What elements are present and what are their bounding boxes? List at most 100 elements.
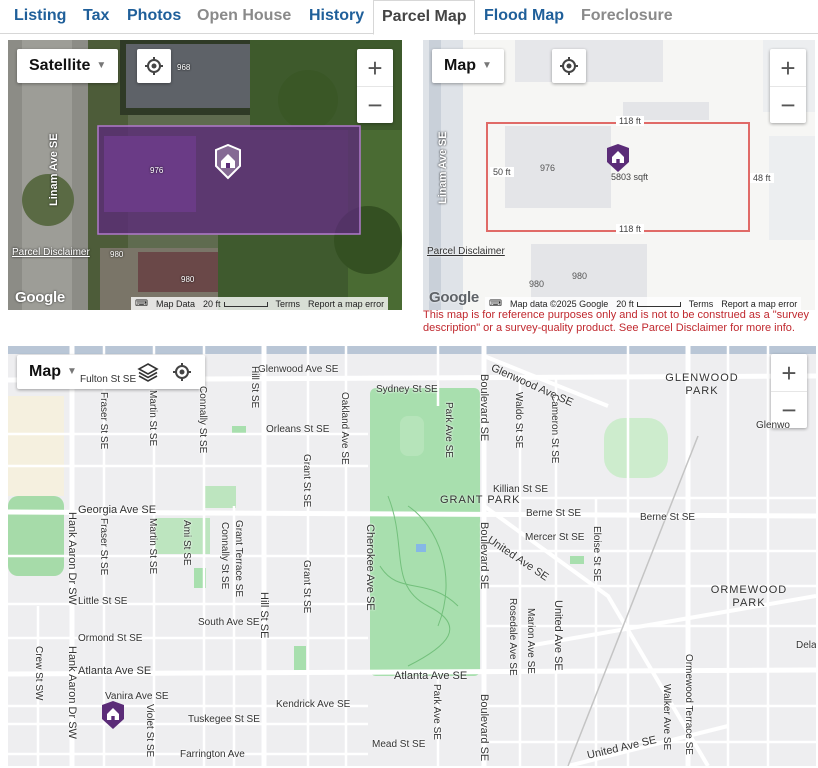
- street-label: Ormewood Terrace SE: [683, 654, 694, 755]
- tab-listing[interactable]: Listing: [14, 0, 66, 34]
- zoom-in-button[interactable]: +: [770, 49, 806, 86]
- zoom-control: + −: [770, 49, 806, 123]
- map-data-text: Map data ©2025 Google: [510, 298, 609, 309]
- street-label: Walker Ave SE: [661, 684, 672, 751]
- area-label: ORMEWOOD PARK: [710, 584, 788, 609]
- street-label: Boulevard SE: [478, 522, 490, 590]
- street-label: Rosedale Ave SE: [507, 598, 518, 676]
- satellite-map[interactable]: Satellite ▼ + − Linam Ave SE 968 976 980 …: [8, 40, 402, 310]
- street-label: Fraser St SE: [98, 392, 109, 450]
- zoom-in-button[interactable]: +: [357, 49, 393, 86]
- tab-parcel-map[interactable]: Parcel Map: [373, 0, 476, 35]
- street-label: Hill St SE: [258, 592, 270, 639]
- street-label: Dela: [796, 640, 816, 651]
- zoom-in-button[interactable]: +: [771, 354, 807, 391]
- scale-label: 20 ft: [203, 298, 221, 309]
- street-label: Waldo St SE: [513, 392, 524, 449]
- area-label: GLENWOOD PARK: [665, 372, 739, 397]
- street-label: Hill St SE: [249, 366, 260, 409]
- house-number: 980: [110, 250, 124, 259]
- map-type-label: Satellite: [29, 57, 91, 74]
- house-number: 976: [150, 166, 164, 175]
- street-label: Berne St SE: [526, 508, 582, 519]
- street-label: Cameron St SE: [549, 394, 560, 464]
- parcel-dimension-right: 48 ft: [750, 173, 774, 183]
- report-error-link[interactable]: Report a map error: [308, 299, 384, 309]
- street-label: Sydney St SE: [376, 384, 438, 395]
- keyboard-icon[interactable]: ⌨: [489, 298, 502, 309]
- street-label: Farrington Ave: [180, 749, 245, 760]
- map-attribution: ⌨ Map Data 20 ft Terms Report a map erro…: [131, 297, 389, 310]
- parcel-disclaimer-link[interactable]: Parcel Disclaimer: [427, 246, 505, 257]
- street-label: Martin St SE: [147, 390, 158, 447]
- area-label: GRANT PARK: [440, 494, 521, 506]
- map-type-button[interactable]: Map ▼: [17, 355, 89, 389]
- scale-bar: 20 ft: [616, 299, 681, 309]
- parcel-dimension-bottom: 118 ft: [616, 224, 644, 234]
- area-map[interactable]: Map ▼ + − Fulton St SE Glenwood Ave SE Sy…: [8, 346, 816, 766]
- street-label: Atlanta Ave SE: [394, 670, 468, 682]
- street-label: Berne St SE: [640, 512, 696, 523]
- tab-history[interactable]: History: [309, 0, 364, 34]
- street-label: United Ave SE: [552, 600, 564, 671]
- parcel-disclaimer-link[interactable]: Parcel Disclaimer: [12, 247, 90, 258]
- map-type-button[interactable]: Map ▼: [432, 49, 504, 83]
- crosshair-icon: [145, 57, 163, 75]
- street-label: Fulton St SE: [80, 374, 137, 385]
- property-marker-icon[interactable]: [605, 143, 631, 173]
- layers-icon: [137, 363, 159, 382]
- locate-button[interactable]: [137, 49, 171, 83]
- street-label: Mead St SE: [372, 739, 426, 750]
- zoom-out-button[interactable]: −: [357, 86, 393, 123]
- street-label: South Ave SE: [198, 617, 260, 628]
- street-label: Park Ave SE: [431, 684, 442, 740]
- zoom-control: + −: [771, 354, 807, 428]
- street-label: Violet St SE: [144, 704, 155, 758]
- terms-link[interactable]: Terms: [689, 299, 714, 309]
- tab-tax[interactable]: Tax: [83, 0, 109, 34]
- scale-line: [223, 301, 268, 307]
- street-label: Crew St SW: [33, 646, 44, 701]
- property-marker-icon[interactable]: [100, 700, 126, 730]
- zoom-control: + −: [357, 49, 393, 123]
- street-label: Hank Aaron Dr SW: [66, 512, 78, 605]
- street-label: Connally St SE: [219, 522, 230, 590]
- street-label: Georgia Ave SE: [78, 504, 157, 516]
- caret-down-icon: ▼: [482, 60, 492, 71]
- tab-foreclosure[interactable]: Foreclosure: [581, 0, 673, 34]
- street-label: Park Ave SE: [443, 402, 454, 458]
- report-error-link[interactable]: Report a map error: [721, 299, 797, 309]
- house-number: 980: [572, 271, 588, 281]
- street-label: Linam Ave SE: [437, 131, 449, 204]
- property-marker-icon[interactable]: [213, 144, 243, 180]
- scale-bar: 20 ft: [203, 299, 268, 309]
- tab-flood-map[interactable]: Flood Map: [484, 0, 564, 34]
- house-number: 980: [181, 275, 195, 284]
- keyboard-icon[interactable]: ⌨: [135, 298, 148, 309]
- street-label: Atlanta Ave SE: [78, 665, 152, 677]
- house-number: 968: [177, 63, 191, 72]
- street-label: Martin St SE: [147, 518, 158, 575]
- terms-link[interactable]: Terms: [276, 299, 301, 309]
- street-label: Connally St SE: [197, 386, 208, 454]
- street-label: Tuskegee St SE: [188, 714, 260, 725]
- parcel-dimension-top: 118 ft: [616, 116, 644, 126]
- scale-line: [636, 301, 681, 307]
- zoom-out-button[interactable]: −: [770, 86, 806, 123]
- parcel-dimension-left: 50 ft: [490, 167, 514, 177]
- google-logo: Google: [429, 289, 479, 306]
- tab-photos[interactable]: Photos: [127, 0, 181, 34]
- map-type-satellite-button[interactable]: Satellite ▼: [17, 49, 119, 83]
- tab-open-house[interactable]: Open House: [197, 0, 291, 34]
- street-label: Boulevard SE: [478, 374, 490, 442]
- locate-button[interactable]: [165, 355, 199, 389]
- street-label: Ormond St SE: [78, 633, 143, 644]
- street-label: Glenwo: [756, 420, 790, 431]
- map-data-link[interactable]: Map Data: [156, 299, 195, 309]
- street-label: Ami St SE: [181, 520, 192, 566]
- street-label: Kendrick Ave SE: [276, 699, 351, 710]
- map-type-label: Map: [29, 363, 61, 380]
- caret-down-icon: ▼: [67, 366, 77, 377]
- parcel-map[interactable]: Map ▼ + − Linam Ave SE 118 ft 118 ft 50 f…: [423, 40, 815, 310]
- locate-button[interactable]: [552, 49, 586, 83]
